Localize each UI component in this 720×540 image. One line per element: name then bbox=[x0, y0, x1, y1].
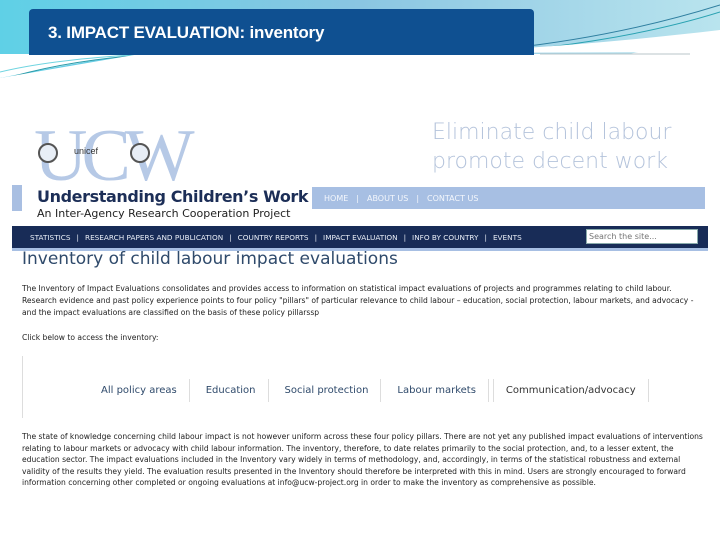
main-nav-impact-evaluation[interactable]: IMPACT EVALUATION bbox=[323, 233, 398, 242]
nav-separator: | bbox=[484, 232, 487, 242]
main-nav-research-papers[interactable]: RESEARCH PAPERS AND PUBLICATION bbox=[85, 233, 223, 242]
body-paragraph: The state of knowledge concerning child … bbox=[22, 432, 703, 488]
page-title: Inventory of child labour impact evaluat… bbox=[22, 249, 398, 269]
main-nav-country-reports[interactable]: COUNTRY REPORTS bbox=[238, 233, 309, 242]
nav-separator: | bbox=[416, 193, 420, 203]
main-nav-statistics[interactable]: STATISTICS bbox=[30, 233, 71, 242]
nav-separator: | bbox=[76, 232, 79, 242]
policy-tabs: All policy areas Education Social protec… bbox=[89, 379, 653, 402]
tagline-line-2: promote decent work bbox=[432, 149, 668, 174]
ucw-logo[interactable]: UCW unicef bbox=[34, 116, 195, 196]
tab-education[interactable]: Education bbox=[194, 379, 269, 402]
site-tagline: Eliminate child labour promote decent wo… bbox=[432, 118, 671, 176]
main-nav-events[interactable]: EVENTS bbox=[493, 233, 522, 242]
policy-tabs-container: All policy areas Education Social protec… bbox=[22, 356, 663, 418]
click-instruction: Click below to access the inventory: bbox=[22, 333, 159, 342]
tab-all-policy-areas[interactable]: All policy areas bbox=[89, 379, 190, 402]
slide-title: 3. IMPACT EVALUATION: inventory bbox=[29, 9, 534, 55]
top-nav: HOME | ABOUT US | CONTACT US bbox=[312, 187, 705, 209]
top-nav-about-us[interactable]: ABOUT US bbox=[367, 194, 408, 203]
main-nav-info-by-country[interactable]: INFO BY COUNTRY bbox=[412, 233, 478, 242]
left-accent-bar bbox=[12, 185, 22, 211]
tab-communication-advocacy[interactable]: Communication/advocacy bbox=[492, 379, 649, 402]
ilo-logo-icon bbox=[38, 143, 58, 163]
intro-paragraph: The Inventory of Impact Evaluations cons… bbox=[22, 284, 694, 317]
website-screenshot: UCW unicef Eliminate child labour promot… bbox=[12, 114, 708, 526]
nav-separator: | bbox=[314, 232, 318, 242]
nav-separator: | bbox=[403, 232, 407, 242]
tab-labour-markets[interactable]: Labour markets bbox=[385, 379, 489, 402]
tagline-line-1: Eliminate child labour bbox=[432, 120, 672, 145]
top-nav-contact-us[interactable]: CONTACT US bbox=[427, 194, 478, 203]
tab-social-protection[interactable]: Social protection bbox=[273, 379, 382, 402]
site-search-input[interactable] bbox=[586, 229, 698, 244]
world-bank-globe-icon bbox=[130, 143, 150, 163]
org-subtitle: An Inter-Agency Research Cooperation Pro… bbox=[37, 207, 291, 220]
top-nav-home[interactable]: HOME bbox=[324, 194, 348, 203]
nav-separator: | bbox=[356, 193, 359, 203]
unicef-logo: unicef bbox=[74, 146, 99, 156]
org-name: Understanding Children’s Work bbox=[37, 187, 309, 206]
nav-separator: | bbox=[229, 232, 232, 242]
